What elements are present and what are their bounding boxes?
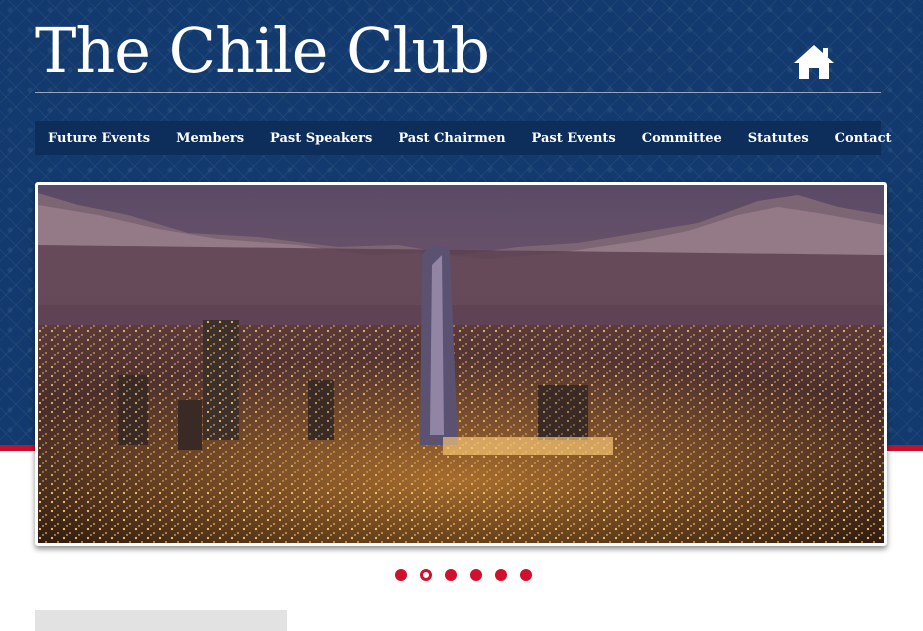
slider-dot-1[interactable] [395, 569, 407, 581]
nav-item-contact[interactable]: Contact [822, 131, 905, 146]
home-icon[interactable] [792, 43, 836, 81]
slider-dot-6[interactable] [520, 569, 532, 581]
site-title[interactable]: The Chile Club [35, 20, 490, 82]
nav-item-members[interactable]: Members [163, 131, 257, 146]
slider-dot-4[interactable] [470, 569, 482, 581]
slider-pagination [395, 569, 532, 581]
nav-item-committee[interactable]: Committee [629, 131, 735, 146]
slide-image-santiago-skyline [38, 185, 884, 543]
slider-dot-3[interactable] [445, 569, 457, 581]
nav-item-statutes[interactable]: Statutes [735, 131, 822, 146]
main-navigation: Future Events Members Past Speakers Past… [35, 121, 892, 155]
title-divider [35, 92, 881, 93]
nav-item-past-events[interactable]: Past Events [519, 131, 629, 146]
hero-slider[interactable] [35, 182, 887, 546]
nav-item-past-chairmen[interactable]: Past Chairmen [385, 131, 518, 146]
nav-item-past-speakers[interactable]: Past Speakers [257, 131, 385, 146]
slider-dot-5[interactable] [495, 569, 507, 581]
nav-item-future-events[interactable]: Future Events [35, 131, 163, 146]
slider-dot-2[interactable] [420, 569, 432, 581]
content-panel [35, 610, 287, 631]
